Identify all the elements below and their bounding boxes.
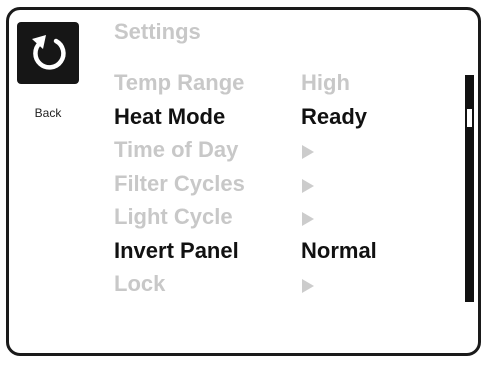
menu-item-value: High: [301, 70, 350, 95]
menu-item-temp-range[interactable]: Temp Range High: [114, 70, 434, 104]
menu-item-time-of-day[interactable]: Time of Day: [114, 137, 434, 171]
menu-item-label: Temp Range: [114, 70, 245, 95]
menu-item-filter-cycles[interactable]: Filter Cycles: [114, 171, 434, 205]
undo-arrow-icon: [32, 35, 66, 70]
menu-item-label: Time of Day: [114, 137, 239, 162]
menu-item-label: Invert Panel: [114, 237, 239, 263]
menu-item-value: Normal: [301, 237, 377, 263]
menu-item-label: Lock: [114, 271, 166, 296]
scrollbar[interactable]: [465, 75, 474, 302]
menu-item-label: Light Cycle: [114, 204, 233, 229]
scrollbar-thumb[interactable]: [467, 109, 472, 127]
play-triangle-icon: [302, 178, 314, 193]
menu-item-value: Ready: [301, 103, 368, 129]
back-button[interactable]: [17, 22, 79, 84]
page-title: Settings: [114, 19, 201, 44]
menu-item-invert-panel[interactable]: Invert Panel Normal: [114, 238, 434, 272]
settings-menu: Temp Range High Heat Mode Ready Time of …: [114, 70, 434, 305]
play-triangle-icon: [302, 279, 314, 293]
play-triangle-icon: [302, 212, 314, 226]
menu-item-heat-mode[interactable]: Heat Mode Ready: [114, 104, 434, 138]
menu-item-lock[interactable]: Lock: [114, 271, 434, 305]
menu-item-label: Heat Mode: [114, 103, 226, 129]
play-triangle-icon: [302, 145, 314, 159]
back-label: Back: [34, 106, 62, 120]
menu-item-light-cycle[interactable]: Light Cycle: [114, 204, 434, 238]
menu-item-label: Filter Cycles: [114, 170, 245, 196]
